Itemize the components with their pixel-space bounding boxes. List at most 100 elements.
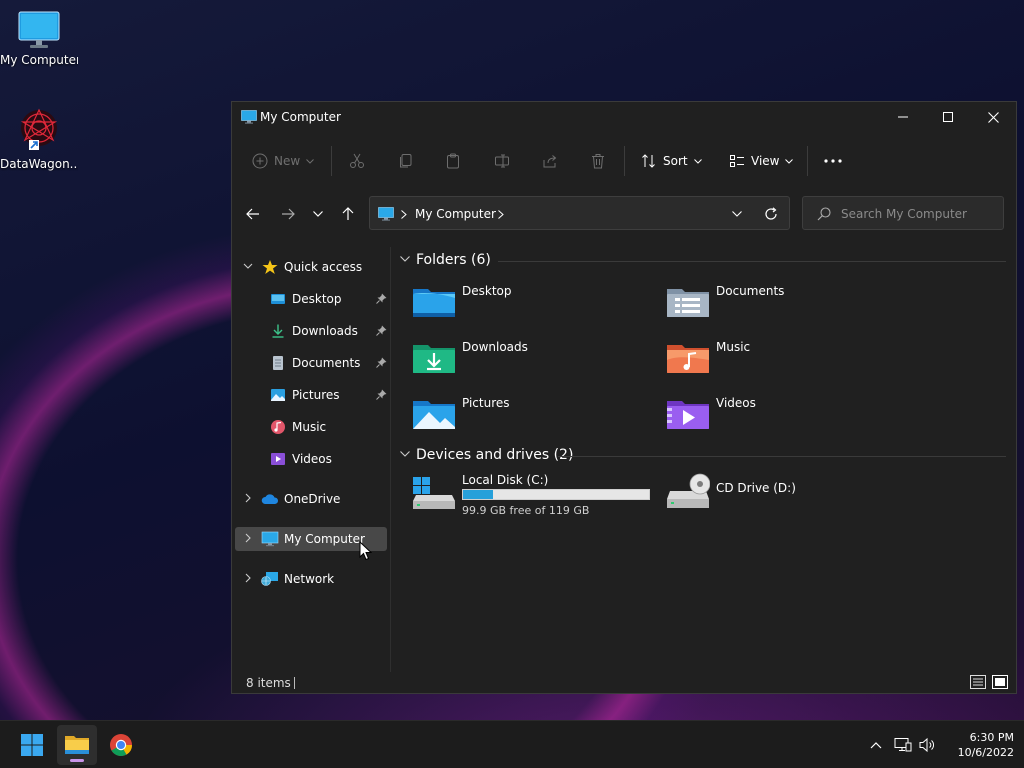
windows-start-icon: [21, 734, 43, 756]
clock-time: 6:30 PM: [969, 731, 1014, 744]
close-button[interactable]: [970, 102, 1016, 132]
desktop-icon-datawagon[interactable]: DataWagon...: [0, 106, 78, 171]
tiles-view-button[interactable]: [992, 675, 1010, 691]
network-status-button[interactable]: [893, 735, 913, 755]
taskbar-chrome[interactable]: [101, 725, 141, 765]
nav-label: Videos: [292, 452, 332, 466]
document-icon: [273, 356, 283, 370]
maximize-button[interactable]: [925, 102, 971, 132]
up-button[interactable]: [336, 202, 360, 226]
music-icon: [271, 420, 285, 434]
cut-button[interactable]: [349, 148, 365, 174]
taskbar-file-explorer[interactable]: [57, 725, 97, 765]
chevron-right-icon: [498, 210, 504, 219]
minimize-button[interactable]: [880, 102, 926, 132]
view-button[interactable]: View: [729, 148, 794, 174]
share-button[interactable]: [542, 148, 558, 174]
forward-button[interactable]: [276, 202, 300, 226]
minimize-icon: [898, 116, 908, 118]
nav-videos[interactable]: Videos: [235, 447, 387, 471]
chrome-icon: [110, 734, 132, 756]
sort-button[interactable]: Sort: [641, 148, 702, 174]
star-icon: [262, 260, 278, 274]
breadcrumb[interactable]: My Computer: [415, 207, 496, 221]
new-button[interactable]: New: [252, 148, 315, 174]
toolbar-separator: [624, 146, 625, 176]
monitor-icon: [18, 11, 60, 48]
status-separator: [294, 677, 295, 689]
rename-button[interactable]: [494, 148, 510, 174]
folder-tile-pictures[interactable]: Pictures: [412, 396, 662, 444]
address-bar[interactable]: My Computer: [369, 196, 790, 230]
details-view-button[interactable]: [970, 675, 988, 691]
title-bar[interactable]: My Computer: [232, 102, 1016, 132]
folder-tile-documents[interactable]: Documents: [666, 284, 916, 332]
download-icon: [272, 324, 284, 338]
tile-label: Videos: [716, 396, 756, 410]
nav-network[interactable]: Network: [235, 567, 387, 591]
search-input[interactable]: [841, 205, 996, 223]
monitor-icon: [241, 110, 257, 124]
start-button[interactable]: [12, 725, 52, 765]
chevron-down-icon: [693, 158, 702, 164]
taskbar-clock[interactable]: 6:30 PM 10/6/2022: [940, 730, 1014, 760]
more-dots-icon: [824, 159, 842, 163]
tile-label: Documents: [716, 284, 785, 298]
tile-label: CD Drive (D:): [716, 481, 796, 495]
drive-tile-d[interactable]: CD Drive (D:): [666, 473, 916, 521]
navigation-pane: Quick access Desktop Downloads Documents…: [232, 247, 390, 667]
nav-desktop[interactable]: Desktop: [235, 287, 387, 311]
video-icon: [271, 453, 285, 465]
address-row: My Computer: [232, 196, 1016, 232]
nav-onedrive[interactable]: OneDrive: [235, 487, 387, 511]
delete-button[interactable]: [590, 148, 606, 174]
more-options-button[interactable]: [824, 148, 842, 174]
active-app-indicator: [70, 759, 84, 762]
clock-date: 10/6/2022: [957, 746, 1014, 759]
mouse-cursor-icon: [359, 541, 372, 561]
file-explorer-icon: [65, 736, 89, 754]
chevron-right-icon: [401, 210, 407, 219]
sort-label: Sort: [663, 154, 688, 168]
arrow-left-icon: [246, 208, 259, 220]
search-box[interactable]: [802, 196, 1004, 230]
nav-downloads[interactable]: Downloads: [235, 319, 387, 343]
cd-drive-icon: [667, 473, 710, 508]
folder-tile-music[interactable]: Music: [666, 340, 916, 388]
drive-free-space: 99.9 GB free of 119 GB: [462, 504, 590, 517]
copy-button[interactable]: [398, 148, 414, 174]
desktop-icon-label: DataWagon...: [0, 157, 78, 171]
tile-label: Local Disk (C:): [462, 473, 549, 487]
group-divider: [498, 261, 1006, 262]
cut-icon: [350, 153, 364, 168]
desktop-icon-my-computer[interactable]: My Computer: [0, 10, 78, 67]
pictures-folder-icon: [413, 401, 455, 429]
nav-documents[interactable]: Documents: [235, 351, 387, 375]
group-header-folders[interactable]: Folders (6): [398, 251, 1006, 271]
drive-tile-c[interactable]: Local Disk (C:) 99.9 GB free of 119 GB: [412, 473, 672, 521]
recent-locations-button[interactable]: [306, 202, 330, 226]
folder-tile-desktop[interactable]: Desktop: [412, 284, 662, 332]
tray-overflow-button[interactable]: [866, 735, 886, 755]
drive-usage-bar: [462, 489, 650, 500]
music-folder-icon: [667, 345, 709, 373]
nav-label: Music: [292, 420, 327, 434]
address-dropdown-button[interactable]: [726, 205, 748, 223]
back-button[interactable]: [241, 202, 265, 226]
nav-music[interactable]: Music: [235, 415, 387, 439]
chevron-down-icon: [306, 158, 315, 164]
nav-label: Documents: [292, 356, 361, 370]
folder-tile-videos[interactable]: Videos: [666, 396, 916, 444]
nav-quick-access[interactable]: Quick access: [235, 255, 387, 279]
pane-divider[interactable]: [390, 247, 391, 672]
nav-pictures[interactable]: Pictures: [235, 383, 387, 407]
folder-tile-downloads[interactable]: Downloads: [412, 340, 662, 388]
command-bar: New Sort View: [232, 138, 1016, 184]
plus-circle-icon: [252, 153, 268, 169]
refresh-button[interactable]: [760, 205, 782, 223]
videos-folder-icon: [667, 401, 709, 429]
group-header-devices[interactable]: Devices and drives (2): [398, 446, 1006, 466]
paste-button[interactable]: [445, 148, 461, 174]
documents-folder-icon: [667, 289, 709, 317]
volume-button[interactable]: [918, 735, 938, 755]
